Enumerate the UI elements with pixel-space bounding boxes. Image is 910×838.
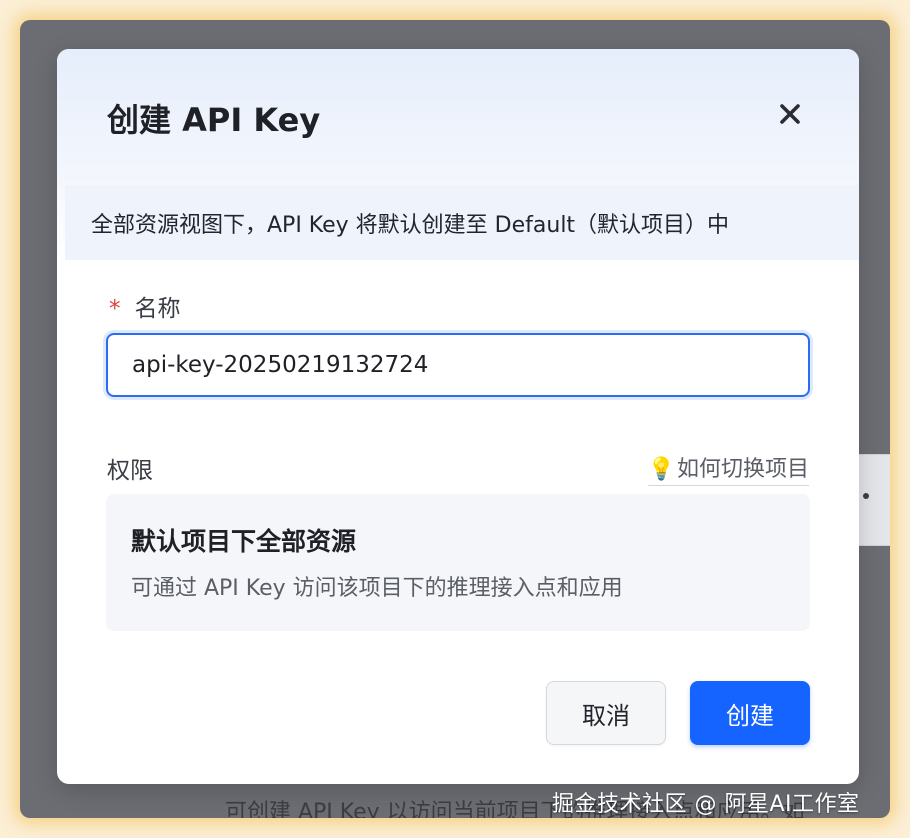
required-mark: * [109,296,121,322]
name-input[interactable] [106,333,810,397]
info-notice: 全部资源视图下，API Key 将默认创建至 Default（默认项目）中 [65,185,859,260]
create-api-key-dialog: 创建 API Key 全部资源视图下，API Key 将默认创建至 Defaul… [57,49,859,784]
lightbulb-icon: 💡 [647,457,675,482]
permission-label: 权限 [107,458,153,484]
cancel-button[interactable]: 取消 [546,681,666,745]
info-notice-text: 全部资源视图下，API Key 将默认创建至 Default（默认项目）中 [91,213,730,238]
permission-scope-title: 默认项目下全部资源 [131,527,357,556]
permission-scope-card: 默认项目下全部资源 可通过 API Key 访问该项目下的推理接入点和应用 [106,494,810,631]
watermark: 掘金技术社区 @ 阿星AI工作室 [552,792,860,817]
create-button[interactable]: 创建 [690,681,810,745]
close-icon [780,104,800,124]
how-to-switch-project-text: 如何切换项目 [676,457,809,482]
dialog-title: 创建 API Key [107,101,321,139]
how-to-switch-project-link[interactable]: 💡如何切换项目 [647,451,809,486]
background-card-dot [863,493,869,499]
name-field-label: * 名称 [109,289,181,323]
close-button[interactable] [775,99,805,129]
name-label-text: 名称 [134,296,181,322]
permission-scope-description: 可通过 API Key 访问该项目下的推理接入点和应用 [131,576,623,601]
